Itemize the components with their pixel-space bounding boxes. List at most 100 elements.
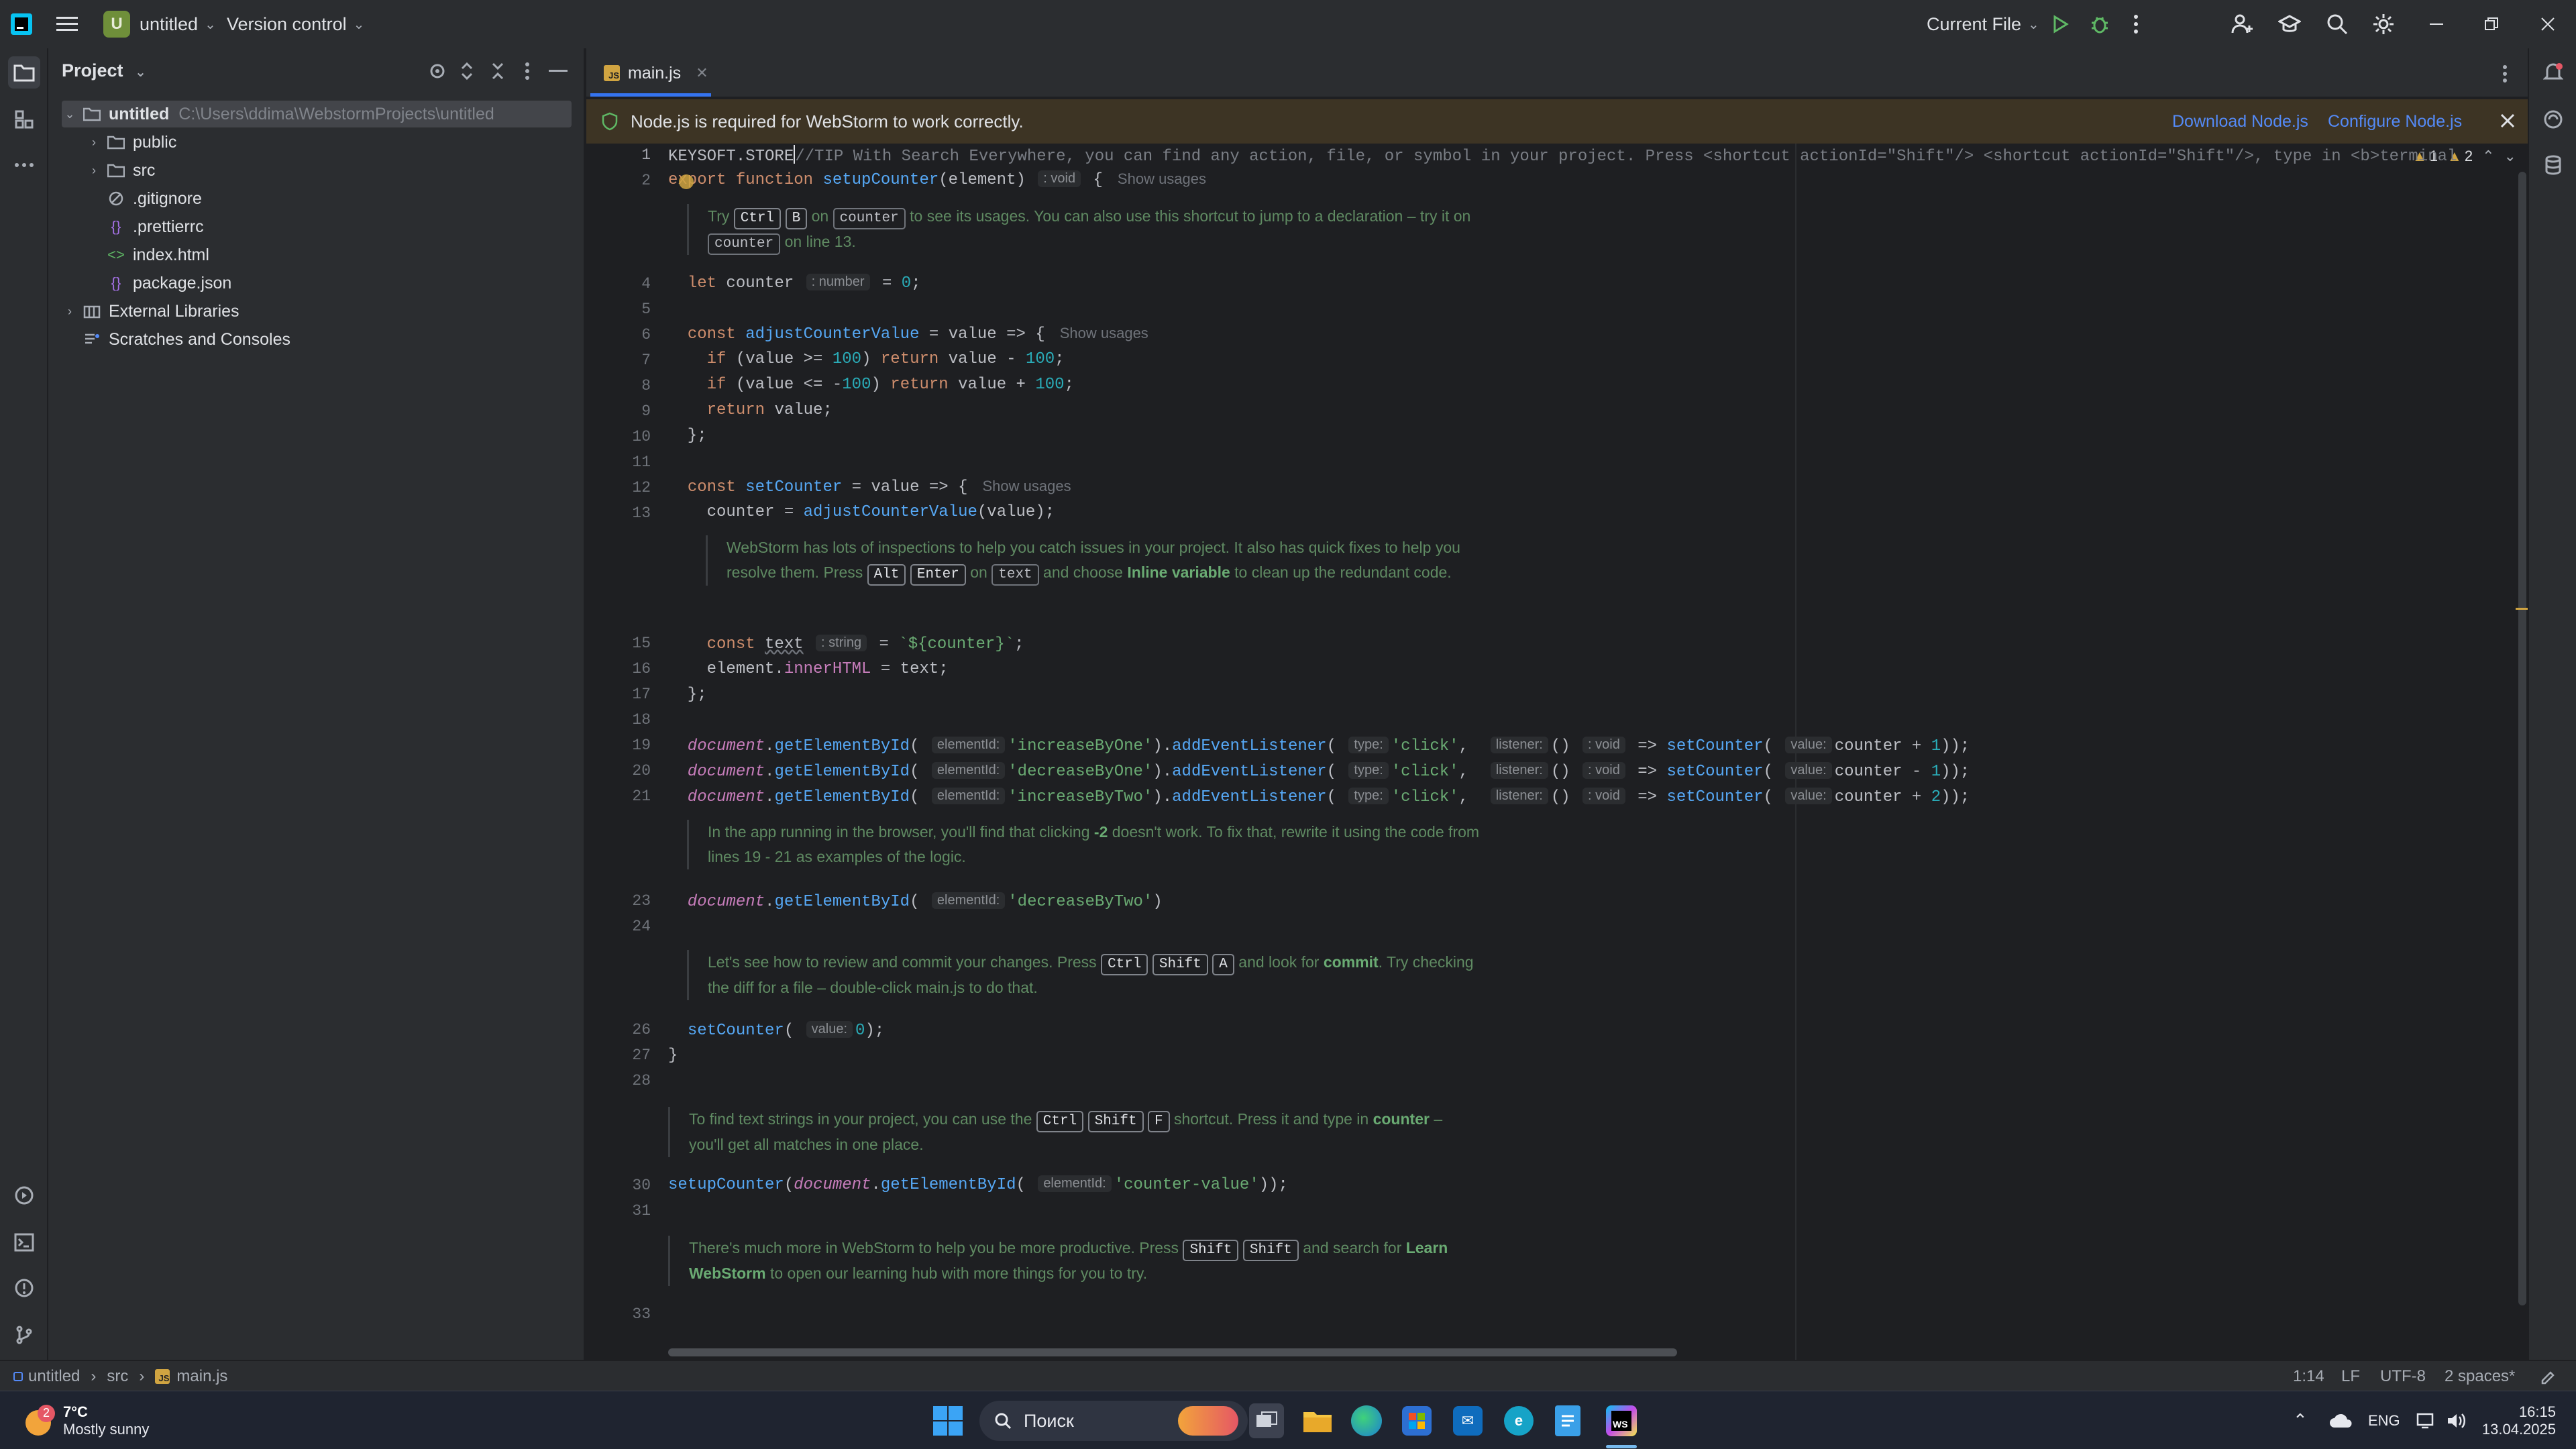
debug-icon[interactable] — [2089, 0, 2110, 48]
main-menu-icon[interactable] — [56, 0, 78, 48]
tree-item-prettierrc[interactable]: {} .prettierrc — [102, 213, 204, 240]
terminal-tool-icon[interactable] — [8, 1226, 40, 1258]
breadcrumb-item[interactable]: src — [107, 1367, 128, 1386]
outlook-icon[interactable]: ✉ — [1453, 1391, 1483, 1449]
search-everywhere-icon[interactable] — [2326, 0, 2348, 48]
locate-icon[interactable] — [428, 62, 447, 80]
code-line-2[interactable]: export function setupCounter(element) : … — [668, 170, 1206, 189]
network-icon[interactable] — [2416, 1391, 2436, 1449]
close-banner-icon[interactable] — [2500, 113, 2516, 129]
code-line-17[interactable]: }; — [668, 686, 707, 704]
clock[interactable]: 16:15 13.04.2025 — [2482, 1391, 2556, 1449]
input-language[interactable]: ENG — [2368, 1391, 2400, 1449]
caret-position[interactable]: 1:14 — [2293, 1361, 2324, 1392]
onedrive-cloud-icon[interactable] — [2329, 1391, 2353, 1449]
code-line-15[interactable]: const text : string = `${counter}`; — [668, 635, 1024, 653]
file-explorer-icon[interactable] — [1300, 1391, 1335, 1449]
configure-nodejs-link[interactable]: Configure Node.js — [2328, 99, 2462, 144]
notepad-icon[interactable] — [1555, 1391, 1580, 1449]
code-line-8[interactable]: if (value <= -100) return value + 100; — [668, 376, 1074, 394]
horizontal-scrollbar[interactable] — [668, 1348, 1677, 1356]
tree-item-external-libraries[interactable]: › External Libraries — [62, 298, 239, 325]
code-line-27[interactable]: } — [668, 1046, 678, 1065]
run-config-selector[interactable]: Current File ⌄ — [1927, 0, 2039, 48]
indent-setting[interactable]: 2 spaces* — [2445, 1361, 2515, 1392]
code-line-10[interactable]: }; — [668, 427, 707, 445]
settings-gear-icon[interactable] — [2372, 0, 2395, 48]
notifications-icon[interactable] — [2537, 56, 2569, 89]
store-icon[interactable] — [1402, 1391, 1432, 1449]
tab-options-icon[interactable] — [2502, 64, 2508, 83]
structure-tool-icon[interactable] — [8, 103, 40, 136]
options-icon[interactable] — [525, 62, 530, 80]
tree-item-index-html[interactable]: <> index.html — [102, 241, 209, 268]
edge-app-icon[interactable]: e — [1504, 1391, 1534, 1449]
breadcrumb-item[interactable]: main.js — [176, 1367, 227, 1386]
file-encoding[interactable]: UTF-8 — [2380, 1361, 2426, 1392]
vcs-widget[interactable]: Version control ⌄ — [227, 0, 364, 48]
hide-panel-icon[interactable] — [549, 70, 568, 74]
expand-all-icon[interactable] — [459, 62, 475, 80]
tree-item-public[interactable]: › public — [86, 129, 176, 156]
webstorm-taskbar-icon[interactable]: WS — [1606, 1391, 1637, 1449]
line-separator[interactable]: LF — [2341, 1361, 2360, 1392]
project-tool-icon[interactable] — [8, 56, 40, 89]
chevron-down-icon[interactable]: ⌄ — [2504, 148, 2516, 165]
run-icon[interactable] — [2050, 0, 2070, 48]
close-tab-icon[interactable]: ✕ — [696, 64, 708, 82]
code-line-7[interactable]: if (value >= 100) return value - 100; — [668, 350, 1065, 368]
code-line-1[interactable]: KEYSOFT.STORE//TIP With Search Everywher… — [668, 145, 2457, 166]
code-line-9[interactable]: return value; — [668, 401, 833, 419]
task-view-icon[interactable] — [1249, 1391, 1284, 1449]
more-actions-icon[interactable] — [2133, 0, 2139, 48]
code-line-21[interactable]: document.getElementById( elementId:'incr… — [668, 788, 1970, 806]
start-button[interactable] — [932, 1391, 963, 1449]
database-icon[interactable] — [2537, 149, 2569, 181]
services-tool-icon[interactable] — [8, 1179, 40, 1212]
code-line-30[interactable]: setupCounter(document.getElementById( el… — [668, 1175, 1288, 1194]
collapse-all-icon[interactable] — [490, 62, 506, 80]
tab-main-js[interactable]: JS main.js ✕ — [590, 48, 711, 98]
show-usages-link[interactable]: Show usages — [1060, 325, 1148, 341]
minimize-icon[interactable] — [2428, 0, 2445, 48]
tree-item-gitignore[interactable]: .gitignore — [102, 185, 202, 212]
code-line-6[interactable]: const adjustCounterValue = value => {Sho… — [668, 325, 1148, 343]
code-line-19[interactable]: document.getElementById( elementId:'incr… — [668, 737, 1970, 755]
code-line-26[interactable]: setCounter( value: 0); — [668, 1021, 884, 1040]
tree-item-package-json[interactable]: {} package.json — [102, 270, 232, 297]
git-tool-icon[interactable] — [8, 1319, 40, 1351]
ai-assistant-icon[interactable] — [2537, 103, 2569, 136]
code-line-23[interactable]: document.getElementById( elementId:'decr… — [668, 892, 1163, 911]
webstorm-logo-icon[interactable] — [9, 0, 34, 48]
edge-browser-icon[interactable] — [1351, 1391, 1382, 1449]
show-usages-link[interactable]: Show usages — [1118, 170, 1206, 187]
code-line-12[interactable]: const setCounter = value => {Show usages — [668, 478, 1071, 496]
learn-icon[interactable] — [2278, 0, 2301, 48]
volume-icon[interactable] — [2446, 1391, 2466, 1449]
show-hidden-icons[interactable]: ⌃ — [2293, 1391, 2308, 1449]
close-window-icon[interactable] — [2540, 0, 2556, 48]
chevron-up-icon[interactable]: ⌃ — [2482, 148, 2494, 165]
download-nodejs-link[interactable]: Download Node.js — [2172, 99, 2308, 144]
weather-widget[interactable]: 2 7°C Mostly sunny — [23, 1391, 149, 1449]
intention-bulb-icon[interactable] — [679, 174, 694, 189]
taskbar-search[interactable]: Поиск — [979, 1401, 1248, 1441]
vertical-scrollbar[interactable] — [2518, 172, 2526, 1305]
restore-icon[interactable] — [2483, 0, 2500, 48]
tree-root-untitled[interactable]: ⌄ untitled C:\Users\ddima\WebstormProjec… — [62, 101, 572, 127]
read-only-lock-icon[interactable] — [2540, 1361, 2556, 1392]
tree-item-scratches[interactable]: Scratches and Consoles — [78, 326, 290, 353]
breadcrumb-item[interactable]: untitled — [28, 1367, 80, 1386]
problems-tool-icon[interactable] — [8, 1272, 40, 1304]
project-widget[interactable]: U untitled ⌄ — [103, 0, 216, 48]
project-panel-title[interactable]: Project ⌄ — [62, 60, 146, 81]
add-user-icon[interactable] — [2231, 0, 2254, 48]
show-usages-link[interactable]: Show usages — [983, 478, 1071, 494]
code-line-4[interactable]: let counter : number = 0; — [668, 274, 921, 292]
code-line-16[interactable]: element.innerHTML = text; — [668, 660, 949, 678]
code-line-20[interactable]: document.getElementById( elementId:'decr… — [668, 762, 1970, 781]
code-line-13[interactable]: counter = adjustCounterValue(value); — [668, 503, 1055, 521]
tree-item-src[interactable]: › src — [86, 157, 155, 184]
more-tools-icon[interactable] — [8, 149, 40, 181]
error-stripe-mark[interactable] — [2516, 608, 2528, 610]
